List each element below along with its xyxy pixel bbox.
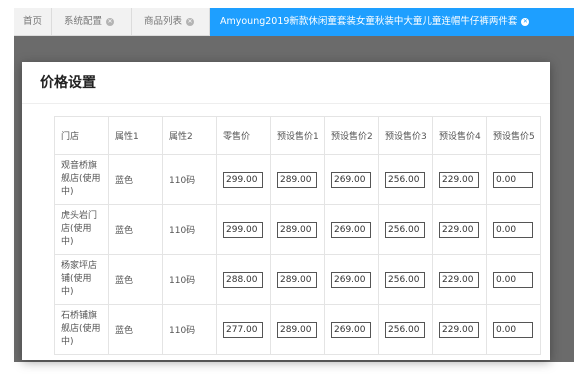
attr1-cell: 蓝色 xyxy=(108,204,163,255)
close-icon[interactable]: ✕ xyxy=(521,18,530,26)
preset-price-1-input[interactable] xyxy=(277,221,317,238)
attr1-cell: 蓝色 xyxy=(108,254,163,305)
tab-product-list[interactable]: 商品列表 ✕ xyxy=(132,8,210,36)
table-row: 石桥铺旗舰店(使用中) 蓝色 110码 xyxy=(54,304,541,355)
preset-price-4-input[interactable] xyxy=(439,221,479,238)
preset-price-2-input[interactable] xyxy=(331,171,371,188)
header-attr1: 属性1 xyxy=(108,116,163,155)
preset-price-1-input[interactable] xyxy=(277,271,317,288)
price-settings-dialog: 价格设置 门店 属性1 属性2 零售价 预设售价1 预设售价2 预设售价3 预设… xyxy=(22,62,550,360)
tab-bar: 首页 系统配置 ✕ 商品列表 ✕ Amyoung2019新款休闲童套装女童秋装中… xyxy=(14,8,574,36)
attr1-cell: 蓝色 xyxy=(108,154,163,205)
preset-price-3-input[interactable] xyxy=(385,171,425,188)
store-name: 杨家坪店铺(使用中) xyxy=(54,254,109,305)
attr2-cell: 110码 xyxy=(162,254,217,305)
retail-price-input[interactable] xyxy=(223,321,263,338)
preset-price-5-input[interactable] xyxy=(493,171,533,188)
price-table: 门店 属性1 属性2 零售价 预设售价1 预设售价2 预设售价3 预设售价4 预… xyxy=(54,116,541,355)
store-name: 观音桥旗舰店(使用中) xyxy=(54,154,109,205)
table-row: 虎头岩门店(使用中) 蓝色 110码 xyxy=(54,204,541,255)
preset-price-4-input[interactable] xyxy=(439,171,479,188)
preset-price-3-input[interactable] xyxy=(385,271,425,288)
header-retail-price: 零售价 xyxy=(216,116,271,155)
header-preset-price-1: 预设售价1 xyxy=(270,116,325,155)
attr2-cell: 110码 xyxy=(162,154,217,205)
table-row: 观音桥旗舰店(使用中) 蓝色 110码 xyxy=(54,154,541,205)
preset-price-4-input[interactable] xyxy=(439,321,479,338)
preset-price-2-input[interactable] xyxy=(331,221,371,238)
preset-price-1-input[interactable] xyxy=(277,171,317,188)
retail-price-input[interactable] xyxy=(223,221,263,238)
header-preset-price-2: 预设售价2 xyxy=(324,116,379,155)
tab-label: 首页 xyxy=(22,16,42,27)
table-row: 杨家坪店铺(使用中) 蓝色 110码 xyxy=(54,254,541,305)
retail-price-input[interactable] xyxy=(223,171,263,188)
preset-price-5-input[interactable] xyxy=(493,321,533,338)
table-header-row: 门店 属性1 属性2 零售价 预设售价1 预设售价2 预设售价3 预设售价4 预… xyxy=(54,116,541,155)
close-icon[interactable]: ✕ xyxy=(186,18,195,26)
tab-home[interactable]: 首页 xyxy=(14,8,52,36)
close-icon[interactable]: ✕ xyxy=(106,18,115,26)
preset-price-2-input[interactable] xyxy=(331,271,371,288)
preset-price-2-input[interactable] xyxy=(331,321,371,338)
tab-label: 商品列表 xyxy=(144,16,183,27)
preset-price-4-input[interactable] xyxy=(439,271,479,288)
store-name: 石桥铺旗舰店(使用中) xyxy=(54,304,109,355)
attr2-cell: 110码 xyxy=(162,204,217,255)
attr2-cell: 110码 xyxy=(162,304,217,355)
attr1-cell: 蓝色 xyxy=(108,304,163,355)
tab-system-config[interactable]: 系统配置 ✕ xyxy=(52,8,132,36)
tab-label: Amyoung2019新款休闲童套装女童秋装中大童儿童连帽牛仔裤两件套 xyxy=(220,16,518,27)
preset-price-3-input[interactable] xyxy=(385,321,425,338)
header-preset-price-4: 预设售价4 xyxy=(432,116,487,155)
retail-price-input[interactable] xyxy=(223,271,263,288)
tab-label: 系统配置 xyxy=(64,16,103,27)
preset-price-1-input[interactable] xyxy=(277,321,317,338)
header-preset-price-5: 预设售价5 xyxy=(486,116,541,155)
dialog-title: 价格设置 xyxy=(22,62,550,104)
store-name: 虎头岩门店(使用中) xyxy=(54,204,109,255)
header-preset-price-3: 预设售价3 xyxy=(378,116,433,155)
preset-price-3-input[interactable] xyxy=(385,221,425,238)
tab-product-detail[interactable]: Amyoung2019新款休闲童套装女童秋装中大童儿童连帽牛仔裤两件套 ✕ xyxy=(210,8,574,36)
preset-price-5-input[interactable] xyxy=(493,221,533,238)
header-attr2: 属性2 xyxy=(162,116,217,155)
header-store: 门店 xyxy=(54,116,109,155)
app-window: 首页 系统配置 ✕ 商品列表 ✕ Amyoung2019新款休闲童套装女童秋装中… xyxy=(0,0,574,376)
preset-price-5-input[interactable] xyxy=(493,271,533,288)
